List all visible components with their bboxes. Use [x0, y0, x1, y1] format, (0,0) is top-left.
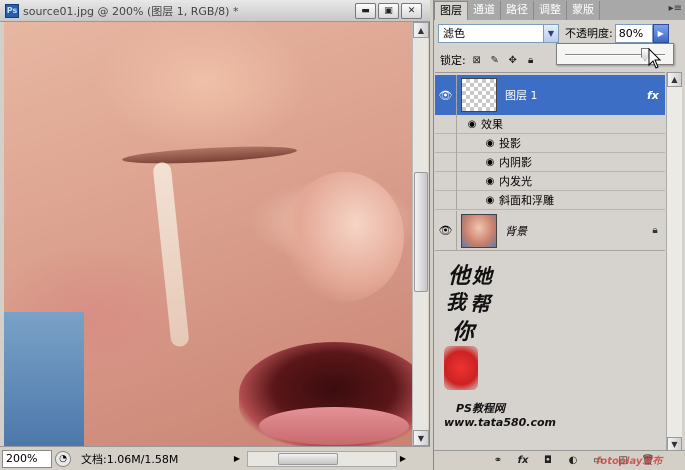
watermark-char: 她 [472, 264, 492, 288]
effect-visibility-eye-icon[interactable]: ◉ [483, 195, 497, 206]
watermark-char: 你 [452, 319, 475, 345]
effect-row-inner-glow[interactable]: ◉ 内发光 [435, 171, 665, 191]
photoshop-app-icon: Ps [5, 3, 19, 18]
red-seal-stamp [444, 346, 478, 390]
tab-paths[interactable]: 路径 [501, 1, 534, 20]
scroll-right-arrow-icon[interactable]: ▶ [397, 451, 409, 467]
site-caption-line2: www.tata580.com [444, 416, 557, 429]
effect-label: 斜面和浮雕 [499, 194, 554, 207]
mouse-cursor-icon [648, 48, 662, 69]
effects-header-label: 效果 [481, 118, 503, 131]
effect-visibility-eye-icon[interactable]: ◉ [483, 157, 497, 168]
restore-button[interactable]: ▣ [378, 3, 399, 19]
vertical-scroll-thumb[interactable] [414, 172, 428, 292]
effects-visibility-eye-icon[interactable]: ◉ [465, 119, 479, 130]
opacity-slider-toggle-icon[interactable]: ▶ [652, 23, 669, 43]
layer-row-background[interactable]: 👁︎ 背景 🔒︎ [435, 211, 665, 251]
watermark-char: 帮 [470, 292, 490, 316]
vertical-scrollbar[interactable]: ▲ ▼ [412, 22, 429, 446]
layer-name: 背景 [505, 224, 527, 238]
zoom-level-field[interactable]: 200% [2, 449, 52, 468]
watermark-char: 我 [446, 290, 466, 314]
status-info-icon[interactable]: ◔ [55, 450, 71, 467]
lock-transparency-icon[interactable]: ⊠ [470, 53, 484, 67]
photoshop-workspace: Ps source01.jpg @ 200% (图层 1, RGB/8) * ▬… [0, 0, 685, 470]
calligraphy-watermark: 他 她 我 帮 你 [442, 258, 552, 418]
effect-label: 投影 [499, 137, 521, 150]
link-layers-icon[interactable]: ⚭ [490, 453, 506, 469]
lock-icon: 🔒︎ [652, 225, 658, 236]
effect-blank-cell [435, 190, 457, 210]
blend-mode-select[interactable]: 滤色 ▼ [438, 23, 559, 43]
effect-visibility-eye-icon[interactable]: ◉ [483, 138, 497, 149]
photo-tear-streak [152, 161, 190, 348]
photo-lower-lip [259, 407, 409, 445]
document-title: source01.jpg @ 200% (图层 1, RGB/8) * [23, 4, 239, 18]
panel-tabs: 图层 通道 路径 调整 蒙版 ▸≡ [434, 0, 685, 20]
adjustment-layer-icon[interactable]: ◐ [565, 453, 581, 469]
layer-thumbnail-photo [461, 213, 497, 248]
scroll-down-arrow-icon[interactable]: ▼ [413, 430, 429, 446]
site-caption: PS教程网 www.tata580.com [444, 402, 604, 430]
lock-image-brush-icon[interactable]: ✎ [488, 53, 502, 67]
layer-row-layer1[interactable]: 👁︎ 图层 1 fx [435, 75, 665, 115]
tab-adjustments[interactable]: 调整 [534, 1, 567, 20]
panel-menu-icon[interactable]: ▸≡ [669, 3, 682, 14]
effects-blank-cell [435, 114, 457, 134]
tab-channels[interactable]: 通道 [468, 1, 501, 20]
blend-mode-value: 滤色 [443, 26, 465, 40]
window-controls: ▬ ▣ ✕ [355, 3, 422, 19]
layer-thumbnail-transparent [461, 78, 497, 112]
layer-name: 图层 1 [505, 89, 538, 102]
visibility-eye-icon[interactable]: 👁︎ [435, 211, 457, 250]
photo-closed-eye [121, 143, 298, 167]
document-window: Ps source01.jpg @ 200% (图层 1, RGB/8) * ▬… [0, 0, 430, 470]
tab-layers[interactable]: 图层 [434, 1, 468, 20]
effect-label: 内发光 [499, 175, 532, 188]
lock-all-icon[interactable]: 🔒︎ [524, 53, 538, 67]
horizontal-scroll-thumb[interactable] [278, 452, 338, 465]
opacity-label: 不透明度: [565, 27, 613, 40]
fx-icon[interactable]: fx [647, 89, 665, 102]
status-menu-arrow-icon[interactable]: ▶ [231, 451, 243, 467]
photo-nose [284, 172, 404, 302]
effect-row-inner-shadow[interactable]: ◉ 内阴影 [435, 152, 665, 172]
lock-position-move-icon[interactable]: ✥ [506, 53, 520, 67]
document-statusbar: 200% ◔ 文档:1.06M/1.58M ▶ ▶ [0, 446, 430, 470]
effect-visibility-eye-icon[interactable]: ◉ [483, 176, 497, 187]
effect-row-bevel-emboss[interactable]: ◉ 斜面和浮雕 [435, 190, 665, 210]
corner-watermark: fotoplay发布 [596, 456, 663, 467]
photo-background-clothing [4, 312, 84, 446]
image-canvas[interactable] [4, 22, 412, 446]
layers-scrollbar[interactable]: ▲ ▼ [666, 72, 682, 452]
lock-label: 锁定: [440, 54, 466, 67]
add-style-fx-icon[interactable]: fx [515, 453, 531, 469]
close-button[interactable]: ✕ [401, 3, 422, 19]
effect-blank-cell [435, 171, 457, 191]
effect-label: 内阴影 [499, 156, 532, 169]
effect-row-drop-shadow[interactable]: ◉ 投影 [435, 133, 665, 153]
minimize-button[interactable]: ▬ [355, 3, 376, 19]
chevron-down-icon[interactable]: ▼ [543, 24, 558, 42]
blend-opacity-row: 滤色 ▼ 不透明度: 80% ▶ [434, 21, 685, 45]
scroll-up-arrow-icon[interactable]: ▲ [413, 22, 429, 38]
opacity-input[interactable]: 80% [614, 23, 653, 43]
effects-header-row[interactable]: ◉ 效果 [435, 114, 665, 134]
document-titlebar[interactable]: Ps source01.jpg @ 200% (图层 1, RGB/8) * ▬… [0, 0, 430, 22]
effect-blank-cell [435, 133, 457, 153]
effect-blank-cell [435, 152, 457, 172]
horizontal-scrollbar[interactable] [247, 450, 397, 467]
visibility-eye-icon[interactable]: 👁︎ [435, 75, 457, 115]
scroll-up-arrow-icon[interactable]: ▲ [667, 72, 682, 87]
tab-masks[interactable]: 蒙版 [567, 1, 600, 20]
document-size-readout: 文档:1.06M/1.58M [81, 452, 179, 466]
site-caption-line1: PS教程网 [456, 402, 505, 415]
add-mask-icon[interactable]: ◘ [540, 453, 556, 469]
